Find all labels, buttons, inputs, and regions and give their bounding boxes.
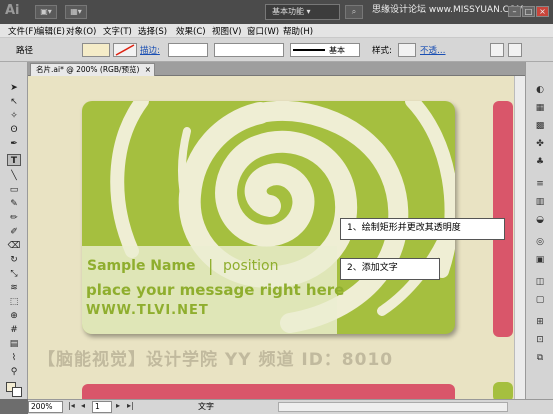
menu-file[interactable]: 文件(F): [8, 25, 37, 37]
menu-object[interactable]: 对象(O): [66, 25, 96, 37]
variable-width-dropdown[interactable]: [214, 43, 284, 57]
color-panel-icon[interactable]: ◐: [533, 84, 547, 96]
symbols-panel-icon[interactable]: ♣: [533, 156, 547, 168]
doc-setup-icon[interactable]: [490, 43, 504, 57]
graphic-style-swatch[interactable]: [398, 43, 416, 57]
appearance-panel-icon[interactable]: ◎: [533, 236, 547, 248]
brush-dropdown[interactable]: 基本: [290, 43, 360, 57]
style-label: 样式:: [372, 46, 392, 56]
transform-panel-icon[interactable]: ⊡: [533, 334, 547, 346]
callout-step-2: 2、添加文字: [340, 258, 440, 280]
control-bar: 路径 描边: 基本 样式: 不透…: [0, 38, 553, 62]
arrange-documents-button[interactable]: ▦▾: [65, 5, 87, 19]
rectangle-tool-icon[interactable]: ▭: [7, 184, 21, 196]
menu-help[interactable]: 帮助(H): [283, 25, 313, 37]
current-tool-status: 文字: [198, 402, 214, 411]
brushes-panel-icon[interactable]: ✤: [533, 138, 547, 150]
tab-close-icon[interactable]: ×: [145, 64, 151, 75]
blob-brush-tool-icon[interactable]: ✐: [7, 226, 21, 238]
layers-panel-icon[interactable]: ◫: [533, 276, 547, 288]
minimize-icon[interactable]: –: [508, 6, 521, 17]
page-field[interactable]: 1: [92, 401, 112, 413]
menu-window[interactable]: 窗口(W): [247, 25, 279, 37]
workspace-switcher[interactable]: 基本功能 ▾: [265, 4, 340, 20]
menu-type[interactable]: 文字(T): [103, 25, 132, 37]
type-tool-icon[interactable]: T: [7, 154, 21, 166]
watermark-text: 【脑能视觉】设计学院 YY 频道 ID：8010: [38, 350, 394, 370]
stroke-color-swatch[interactable]: [12, 387, 22, 397]
workspace-label: 基本功能: [272, 7, 304, 16]
magic-wand-tool-icon[interactable]: ✧: [7, 110, 21, 122]
card-name[interactable]: Sample Name: [87, 258, 196, 274]
align-panel-icon[interactable]: ⊞: [533, 316, 547, 328]
document-tab-bar: 名片.ai* @ 200% (RGB/预览) ×: [28, 62, 525, 76]
document-tab-title: 名片.ai* @ 200% (RGB/预览): [36, 65, 140, 74]
stroke-swatch[interactable]: [113, 43, 137, 57]
selection-type-label: 路径: [16, 46, 34, 56]
menu-select[interactable]: 选择(S): [138, 25, 167, 37]
card-position[interactable]: position: [223, 258, 278, 274]
last-page-icon[interactable]: ▸|: [127, 401, 134, 410]
free-transform-tool-icon[interactable]: ⬚: [7, 296, 21, 308]
stroke-link[interactable]: 描边:: [140, 44, 160, 56]
menu-edit[interactable]: 编辑(E): [36, 25, 65, 37]
preferences-icon[interactable]: [508, 43, 522, 57]
swatches-panel-icon[interactable]: ▩: [533, 120, 547, 132]
callout-step-1: 1、绘制矩形并更改其透明度: [340, 218, 505, 240]
rotate-tool-icon[interactable]: ↻: [7, 254, 21, 266]
menu-view[interactable]: 视图(V): [212, 25, 241, 37]
no-stroke-icon: [115, 44, 135, 56]
menu-bar: 文件(F) 编辑(E) 对象(O) 文字(T) 选择(S) 效果(C) 视图(V…: [0, 24, 553, 38]
tools-panel: ➤ ↖ ✧ ʘ ✒ T ╲ ▭ ✎ ✏ ✐ ⌫ ↻ ⤡ ≋ ⬚ ⊕ # ▤ ⌇ …: [0, 62, 28, 399]
selection-tool-icon[interactable]: ➤: [7, 82, 21, 94]
stroke-panel-icon[interactable]: ≡: [533, 178, 547, 190]
next-page-icon[interactable]: ▸: [116, 401, 120, 410]
stroke-preview-icon: [293, 49, 325, 51]
app-logo: Ai: [5, 3, 20, 18]
close-icon[interactable]: ×: [536, 6, 549, 17]
line-tool-icon[interactable]: ╲: [7, 170, 21, 182]
mesh-tool-icon[interactable]: #: [7, 324, 21, 336]
gradient-panel-icon[interactable]: ▥: [533, 196, 547, 208]
maximize-icon[interactable]: □: [522, 6, 535, 17]
fill-swatch[interactable]: [82, 43, 110, 57]
menu-effect[interactable]: 效果(C): [176, 25, 206, 37]
scale-tool-icon[interactable]: ⤡: [7, 268, 21, 280]
status-bar: 200% |◂ ◂ 1 ▸ ▸| 文字: [28, 399, 553, 414]
prev-page-icon[interactable]: ◂: [81, 401, 85, 410]
first-page-icon[interactable]: |◂: [68, 401, 75, 410]
direct-selection-tool-icon[interactable]: ↖: [7, 96, 21, 108]
lasso-tool-icon[interactable]: ʘ: [7, 124, 21, 136]
horizontal-scrollbar[interactable]: [278, 402, 508, 412]
card-separator: |: [208, 256, 214, 275]
title-bar: Ai ▣▾ ▦▾ 基本功能 ▾ ⌕ 思缘设计论坛 www.MISSYUAN.CO…: [0, 0, 553, 24]
warp-tool-icon[interactable]: ≋: [7, 282, 21, 294]
artboards-panel-icon[interactable]: ▢: [533, 294, 547, 306]
brush-style-value: 基本: [329, 46, 345, 55]
zoom-field[interactable]: 200%: [28, 401, 63, 413]
pathfinder-panel-icon[interactable]: ⧉: [533, 352, 547, 364]
site-watermark: 思缘设计论坛 www.MISSYUAN.COM: [372, 5, 524, 15]
search-icon[interactable]: ⌕: [345, 5, 363, 19]
card-url[interactable]: WWW.TLVI.NET: [86, 303, 209, 318]
stroke-weight-field[interactable]: [168, 43, 208, 57]
pencil-tool-icon[interactable]: ✏: [7, 212, 21, 224]
gradient-tool-icon[interactable]: ▤: [7, 338, 21, 350]
shape-builder-tool-icon[interactable]: ⊕: [7, 310, 21, 322]
card-message[interactable]: place your message right here: [86, 281, 344, 299]
graphic-styles-panel-icon[interactable]: ▣: [533, 254, 547, 266]
document-tab[interactable]: 名片.ai* @ 200% (RGB/预览) ×: [30, 63, 155, 76]
color-guide-icon[interactable]: ▦: [533, 102, 547, 114]
bridge-button[interactable]: ▣▾: [35, 5, 57, 19]
panel-dock: ◐ ▦ ▩ ✤ ♣ ≡ ▥ ◒ ◎ ▣ ◫ ▢ ⊞ ⊡ ⧉: [525, 62, 553, 399]
zoom-tool-icon[interactable]: ⚲: [7, 366, 21, 378]
pen-tool-icon[interactable]: ✒: [7, 138, 21, 150]
eyedropper-tool-icon[interactable]: ⌇: [7, 352, 21, 364]
eraser-tool-icon[interactable]: ⌫: [7, 240, 21, 252]
transparency-panel-icon[interactable]: ◒: [533, 214, 547, 226]
paintbrush-tool-icon[interactable]: ✎: [7, 198, 21, 210]
opacity-link[interactable]: 不透…: [420, 44, 446, 56]
vertical-scrollbar[interactable]: [514, 76, 525, 399]
